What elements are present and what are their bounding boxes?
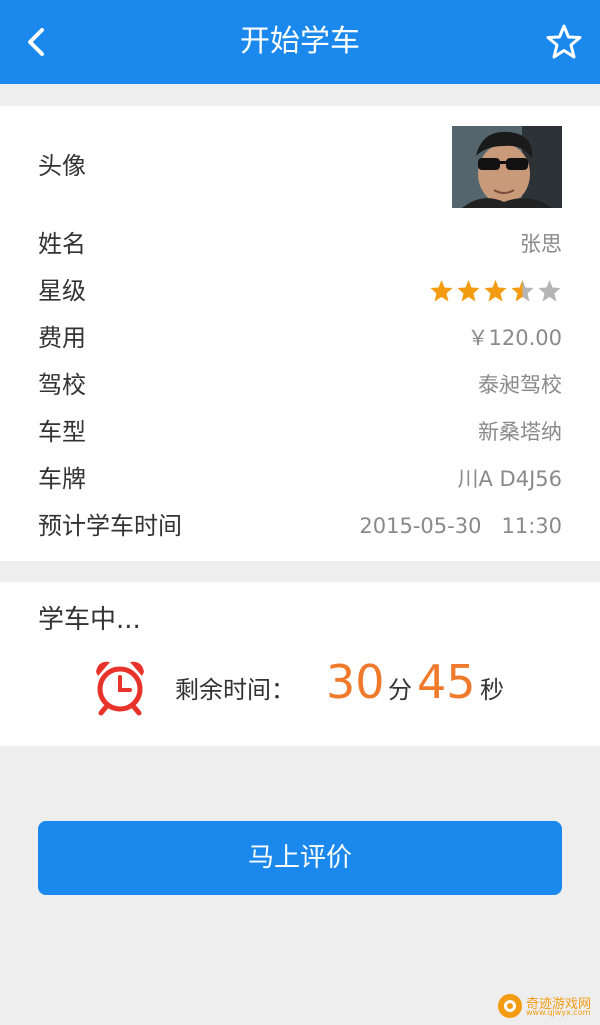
rating-label: 星级 [38,277,86,305]
plate-label: 车牌 [38,465,86,493]
rating-row: 星级 [38,271,562,311]
star-icon [430,280,453,302]
top-nav-bar: 开始学车 [0,0,600,84]
star-icon [484,280,507,302]
seconds-unit: 秒 [480,676,504,704]
remaining-time-label: 剩余时间： [175,676,295,704]
name-label: 姓名 [38,230,86,258]
star-icon [511,280,534,302]
coach-photo [452,126,562,208]
star-icon [457,280,480,302]
name-row: 姓名 张思 [38,224,562,264]
scheduled-time-value: 2015-05-30 11:30 [359,514,562,538]
name-value: 张思 [520,232,562,256]
session-status: 学车中... [38,605,141,635]
fee-row: 费用 ￥120.00 [38,318,562,358]
favorite-button[interactable] [544,22,584,62]
watermark-icon [498,994,522,1018]
avatar[interactable] [452,126,562,208]
plate-row: 车牌 川A D4J56 [38,459,562,499]
star-icon [538,280,561,302]
session-card: 学车中... 剩余时间： 30 分 45 秒 [0,582,600,746]
page-title: 开始学车 [240,24,360,59]
star-rating [429,279,562,303]
car-model-value: 新桑塔纳 [478,420,562,444]
remaining-seconds: 45 [417,655,476,709]
plate-value: 川A D4J56 [457,467,563,491]
alarm-clock-icon [96,661,144,716]
fee-value: ￥120.00 [467,326,562,350]
rate-now-button[interactable]: 马上评价 [38,821,562,895]
fee-label: 费用 [38,324,86,352]
scheduled-time-label: 预计学车时间 [38,512,182,540]
school-label: 驾校 [38,371,86,399]
car-model-label: 车型 [38,418,86,446]
star-outline-icon [546,24,582,59]
scheduled-time-row: 预计学车时间 2015-05-30 11:30 [38,506,562,546]
coach-info-card: 头像 姓名 张思 星级 费用 ￥120.00 驾校 泰昶驾校 车型 新桑塔纳 车… [0,106,600,561]
school-row: 驾校 泰昶驾校 [38,365,562,405]
remaining-minutes: 30 [326,655,385,709]
watermark-sub: www.qjwyx.com [526,1008,591,1017]
school-value: 泰昶驾校 [478,373,562,397]
minutes-unit: 分 [388,676,412,704]
car-model-row: 车型 新桑塔纳 [38,412,562,452]
watermark-logo: 奇迹游戏网 www.qjwyx.com [496,991,592,1021]
avatar-label: 头像 [38,152,86,180]
